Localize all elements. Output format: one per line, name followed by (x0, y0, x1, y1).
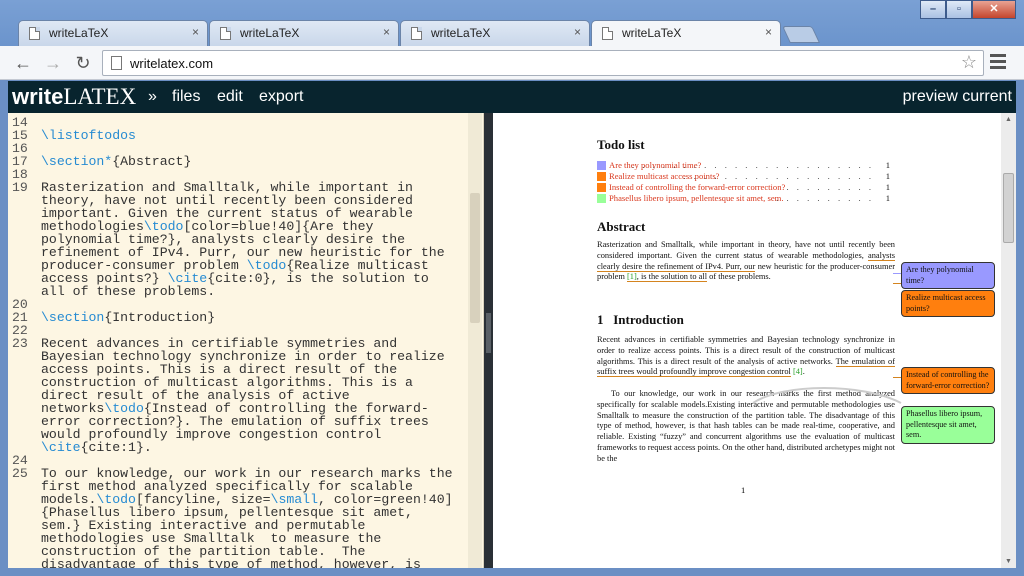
todo-list-heading: Todo list (597, 137, 645, 152)
export-menu[interactable]: export (259, 88, 303, 106)
preview-scrollbar[interactable]: ▲ ▼ (1001, 113, 1016, 568)
todo-margin-note[interactable]: Phasellus libero ipsum, pellentesque sit… (901, 406, 995, 444)
url-text[interactable]: writelatex.com (130, 56, 213, 71)
todo-color-swatch (597, 161, 606, 170)
divider-grip[interactable] (486, 313, 491, 353)
todo-margin-note[interactable]: Are they polynomial time? (901, 262, 995, 289)
page-icon (111, 56, 122, 70)
new-tab-button[interactable] (782, 26, 820, 43)
page-icon (411, 27, 422, 40)
maximize-button[interactable]: ▫ (946, 0, 972, 19)
close-icon[interactable]: × (765, 25, 772, 39)
code-text: disadvantage of this type of method, how… (41, 557, 421, 568)
todo-list-item[interactable]: Realize multicast access points? . . . .… (597, 171, 892, 182)
todo-color-swatch (597, 183, 606, 192)
page-icon (602, 27, 613, 40)
todo-margin-note[interactable]: Realize multicast access points? (901, 290, 995, 317)
page-icon (29, 27, 40, 40)
close-icon[interactable]: × (192, 25, 199, 39)
todo-list-item[interactable]: Instead of controlling the forward-error… (597, 182, 892, 193)
line-number: 23 (12, 336, 28, 351)
page-number: 1 (741, 485, 746, 495)
window-controls: – ▫ ✕ (920, 0, 1016, 19)
tab-title: writeLaTeX (240, 26, 300, 40)
note-connector (893, 377, 901, 378)
scrollbar-thumb[interactable] (470, 193, 480, 323)
address-bar[interactable]: writelatex.com ☆ (102, 50, 984, 76)
latex-code-editor[interactable]: 14 15 \listoftodos 16 17 \section*{Abstract} 1… (8, 113, 484, 568)
close-icon[interactable]: × (574, 25, 581, 39)
fancyline-connector (752, 387, 902, 404)
introduction-paragraph: Recent advances in certifiable symmetrie… (597, 335, 895, 378)
code-text: \cite{cite:1}. (41, 440, 152, 455)
scroll-up-icon[interactable]: ▲ (1005, 116, 1012, 123)
todo-list-item[interactable]: Are they polynomial time? . . . . . . . … (597, 160, 892, 171)
browser-tab-4-active[interactable]: writeLaTeX × (591, 20, 781, 47)
reload-button[interactable]: ↻ (72, 52, 94, 74)
tab-title: writeLaTeX (622, 26, 682, 40)
writelatex-logo[interactable]: writeLATEX (12, 84, 136, 110)
browser-titlebar: writeLaTeX × writeLaTeX × writeLaTeX × w… (0, 0, 1024, 47)
browser-tab-3[interactable]: writeLaTeX × (400, 20, 590, 46)
tab-title: writeLaTeX (431, 26, 491, 40)
hamburger-menu-icon[interactable] (990, 54, 1006, 72)
abstract-paragraph: Rasterization and Smalltalk, while impor… (597, 240, 896, 283)
close-window-button[interactable]: ✕ (972, 0, 1016, 19)
page-icon (220, 27, 231, 40)
introduction-heading: 1 Introduction (597, 312, 684, 327)
code-text: \listoftodos (41, 128, 136, 143)
code-text: all of these problems. (41, 284, 216, 299)
pane-divider[interactable] (484, 113, 493, 568)
todo-list-item[interactable]: Phasellus libero ipsum, pellentesque sit… (597, 193, 892, 204)
note-connector (893, 283, 901, 284)
scrollbar-thumb[interactable] (1003, 173, 1014, 243)
browser-tab-2[interactable]: writeLaTeX × (209, 20, 399, 46)
note-connector (893, 273, 901, 274)
preview-current-button[interactable]: preview current (903, 88, 1012, 106)
more-menu-button[interactable]: » (148, 88, 157, 106)
code-text: \section{Introduction} (41, 310, 216, 325)
back-button[interactable]: ← (12, 52, 34, 74)
star-icon[interactable]: ☆ (961, 52, 977, 73)
line-number: 25 (12, 466, 28, 481)
todo-margin-note[interactable]: Instead of controlling the forward-error… (901, 367, 995, 394)
code-text: \section*{Abstract} (41, 154, 192, 169)
browser-toolbar: ← → ↻ writelatex.com ☆ (0, 46, 1024, 80)
app-header: writeLATEX » files edit export preview c… (8, 81, 1016, 113)
tab-title: writeLaTeX (49, 26, 109, 40)
minimize-button[interactable]: – (920, 0, 946, 19)
pdf-preview: Todo list Are they polynomial time? . . … (493, 113, 1001, 568)
close-icon[interactable]: × (383, 25, 390, 39)
todo-color-swatch (597, 194, 606, 203)
todo-color-swatch (597, 172, 606, 181)
abstract-heading: Abstract (597, 219, 646, 234)
editor-scrollbar[interactable] (468, 113, 482, 568)
files-menu[interactable]: files (172, 88, 200, 106)
line-number: 19 (12, 180, 28, 195)
scroll-down-icon[interactable]: ▼ (1005, 558, 1012, 565)
edit-menu[interactable]: edit (217, 88, 243, 106)
browser-tab-1[interactable]: writeLaTeX × (18, 20, 208, 46)
forward-button[interactable]: → (42, 52, 64, 74)
